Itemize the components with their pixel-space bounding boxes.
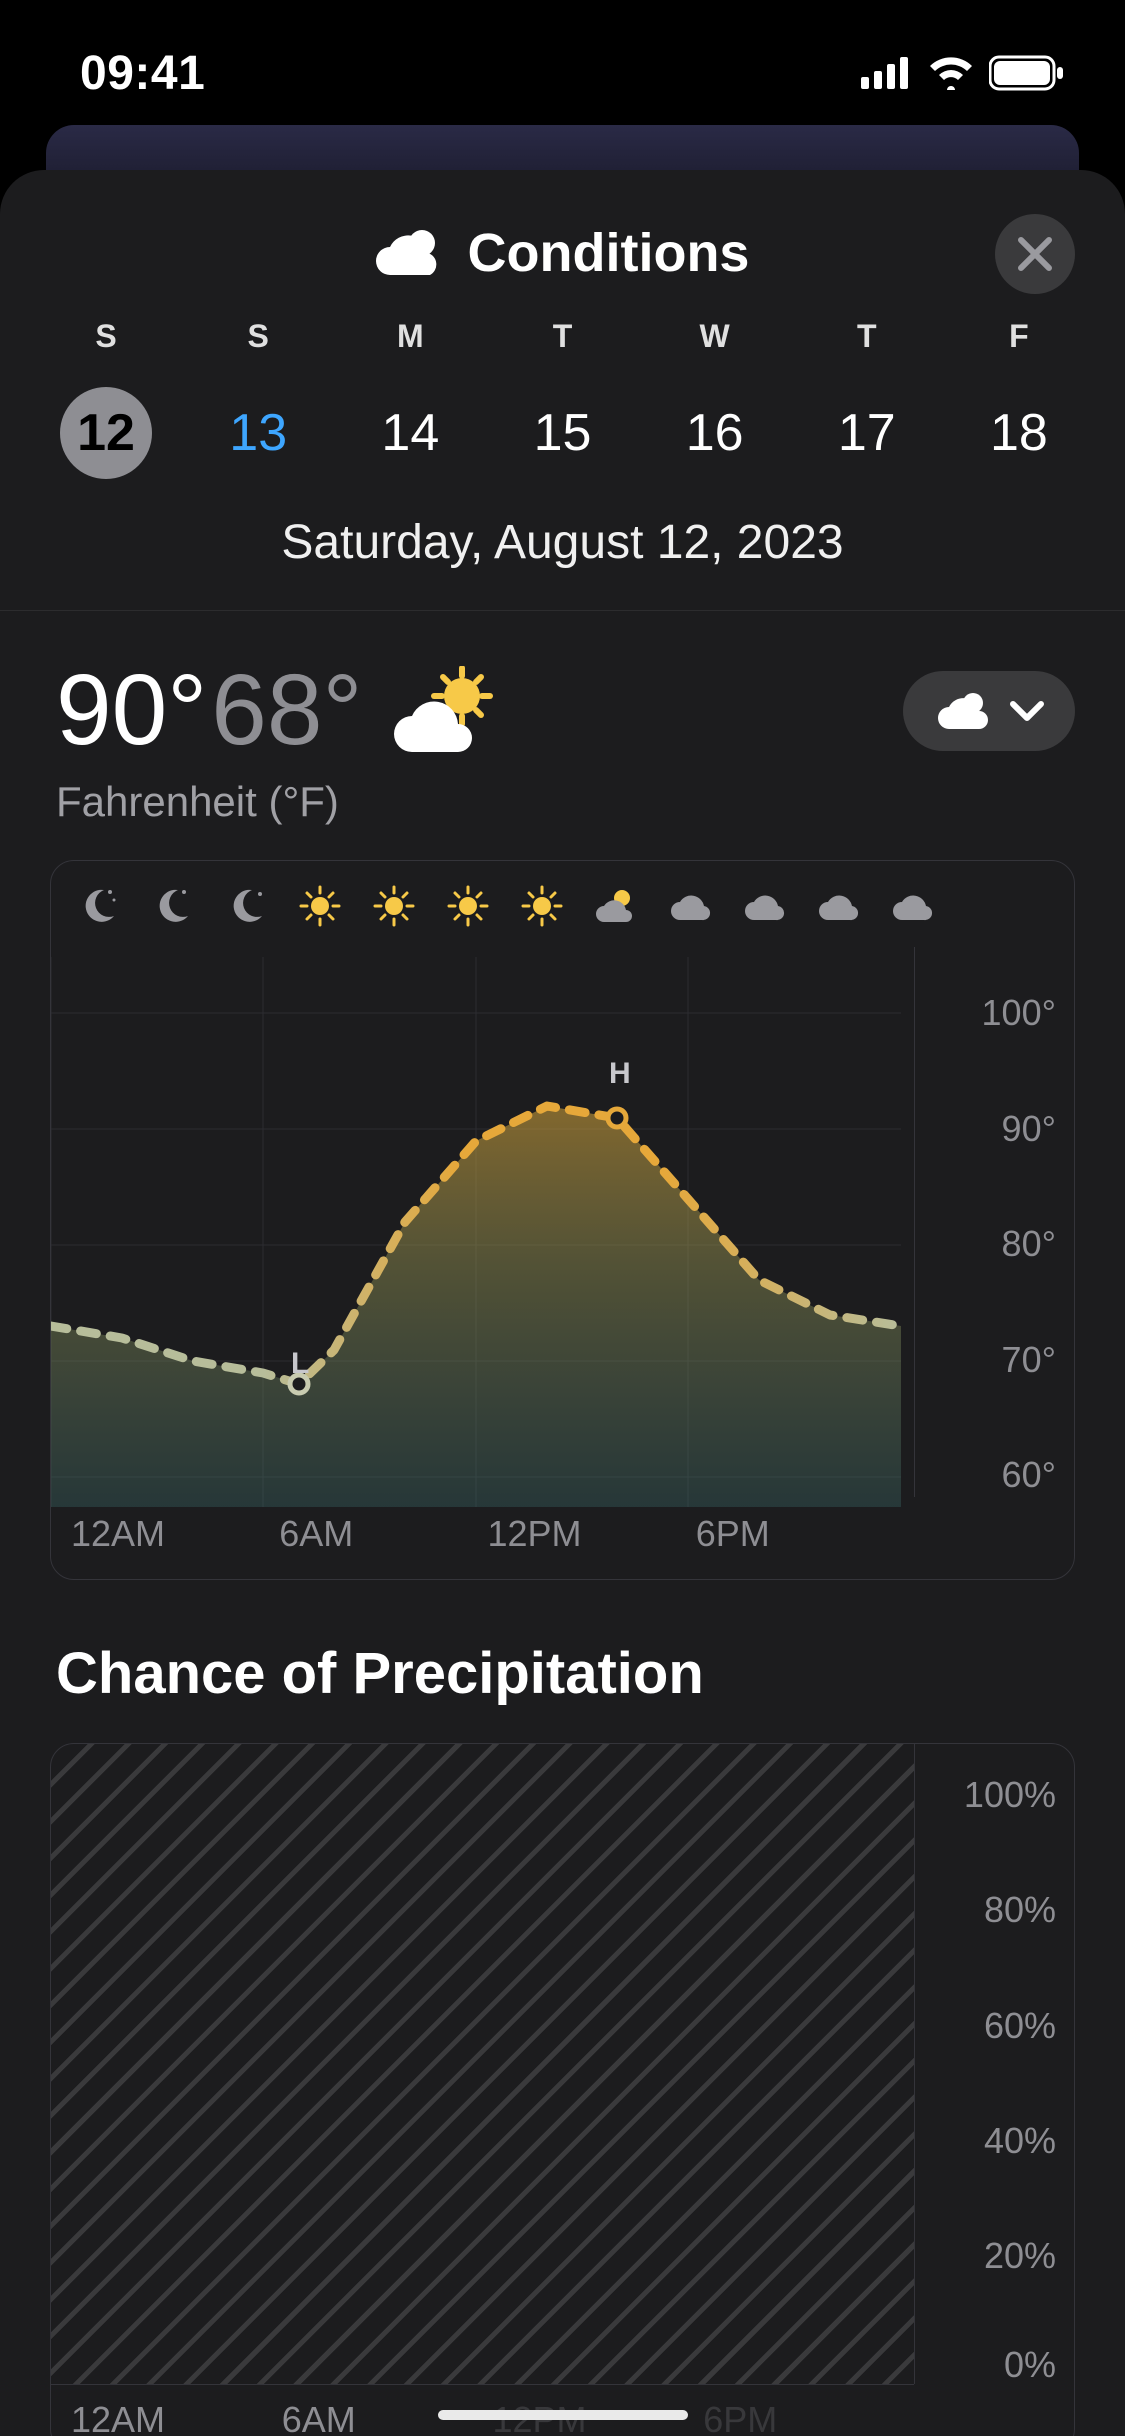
day-number: 18 bbox=[990, 403, 1048, 463]
sunny-icon bbox=[519, 883, 565, 929]
precipitation-section-title: Chance of Precipitation bbox=[0, 1580, 1125, 1707]
status-icons bbox=[861, 55, 1065, 91]
chart-mode-toggle[interactable] bbox=[903, 671, 1075, 751]
sunny-icon bbox=[445, 883, 491, 929]
conditions-sheet: Conditions S 12 S 13 M 14 T 15 bbox=[0, 170, 1125, 2436]
sunny-icon bbox=[371, 883, 417, 929]
low-temperature: 68° bbox=[211, 653, 362, 768]
close-icon bbox=[1017, 236, 1053, 272]
cloud-icon bbox=[376, 227, 446, 279]
partly-cloudy-icon bbox=[390, 666, 500, 756]
day-option[interactable]: T 17 bbox=[791, 318, 943, 479]
cloudy-icon bbox=[741, 883, 787, 929]
precipitation-chart[interactable]: 100% 80% 60% 40% 20% 0% 12AM 6AM 12PM 6P… bbox=[50, 1743, 1075, 2436]
day-option[interactable]: T 15 bbox=[486, 318, 638, 479]
battery-icon bbox=[989, 55, 1065, 91]
chevron-down-icon bbox=[1009, 699, 1045, 723]
day-letter: W bbox=[639, 318, 791, 355]
wifi-icon bbox=[927, 56, 975, 90]
close-button[interactable] bbox=[995, 214, 1075, 294]
home-indicator[interactable] bbox=[438, 2410, 688, 2420]
day-letter: F bbox=[943, 318, 1095, 355]
status-bar: 09:41 bbox=[0, 0, 1125, 110]
clear-night-icon bbox=[75, 883, 121, 929]
day-picker: S 12 S 13 M 14 T 15 W 16 T 17 bbox=[0, 304, 1125, 479]
selected-date-label: Saturday, August 12, 2023 bbox=[0, 479, 1125, 610]
precipitation-plot-area bbox=[51, 1744, 914, 2384]
high-marker-label: H bbox=[609, 1057, 631, 1091]
day-option[interactable]: F 18 bbox=[943, 318, 1095, 479]
temperature-curve bbox=[51, 947, 901, 1507]
day-number: 16 bbox=[686, 403, 744, 463]
sunny-icon bbox=[297, 883, 343, 929]
cloud-icon bbox=[937, 691, 991, 731]
sheet-header: Conditions bbox=[0, 200, 1125, 304]
sheet-title: Conditions bbox=[468, 222, 750, 284]
day-letter: T bbox=[791, 318, 943, 355]
day-letter: M bbox=[334, 318, 486, 355]
temperature-chart[interactable]: L H 100° 90° 80° 70° 60° 12AM 6AM 12PM 6… bbox=[50, 860, 1075, 1580]
unit-label: Fahrenheit (°F) bbox=[0, 768, 1125, 826]
day-letter: T bbox=[486, 318, 638, 355]
partly-cloudy-icon bbox=[593, 883, 639, 929]
low-marker-label: L bbox=[291, 1347, 309, 1381]
precipitation-y-axis: 100% 80% 60% 40% 20% 0% bbox=[914, 1744, 1074, 2384]
high-temperature: 90° bbox=[56, 653, 207, 768]
day-option[interactable]: S 12 bbox=[30, 318, 182, 479]
temperature-y-axis: 100° 90° 80° 70° 60° bbox=[914, 947, 1074, 1497]
day-number: 17 bbox=[838, 403, 896, 463]
day-number: 12 bbox=[77, 403, 135, 463]
day-letter: S bbox=[30, 318, 182, 355]
cloudy-icon bbox=[889, 883, 935, 929]
cellular-icon bbox=[861, 57, 913, 89]
day-option[interactable]: S 13 bbox=[182, 318, 334, 479]
cloudy-icon bbox=[815, 883, 861, 929]
temperature-summary: 90° 68° bbox=[0, 611, 1125, 768]
day-number: 13 bbox=[229, 403, 287, 463]
status-time: 09:41 bbox=[80, 46, 205, 101]
day-option[interactable]: W 16 bbox=[639, 318, 791, 479]
clear-night-icon bbox=[223, 883, 269, 929]
clear-night-icon bbox=[149, 883, 195, 929]
day-letter: S bbox=[182, 318, 334, 355]
hourly-condition-icons bbox=[51, 879, 1074, 929]
day-option[interactable]: M 14 bbox=[334, 318, 486, 479]
cloudy-icon bbox=[667, 883, 713, 929]
day-number: 14 bbox=[381, 403, 439, 463]
day-number: 15 bbox=[534, 403, 592, 463]
